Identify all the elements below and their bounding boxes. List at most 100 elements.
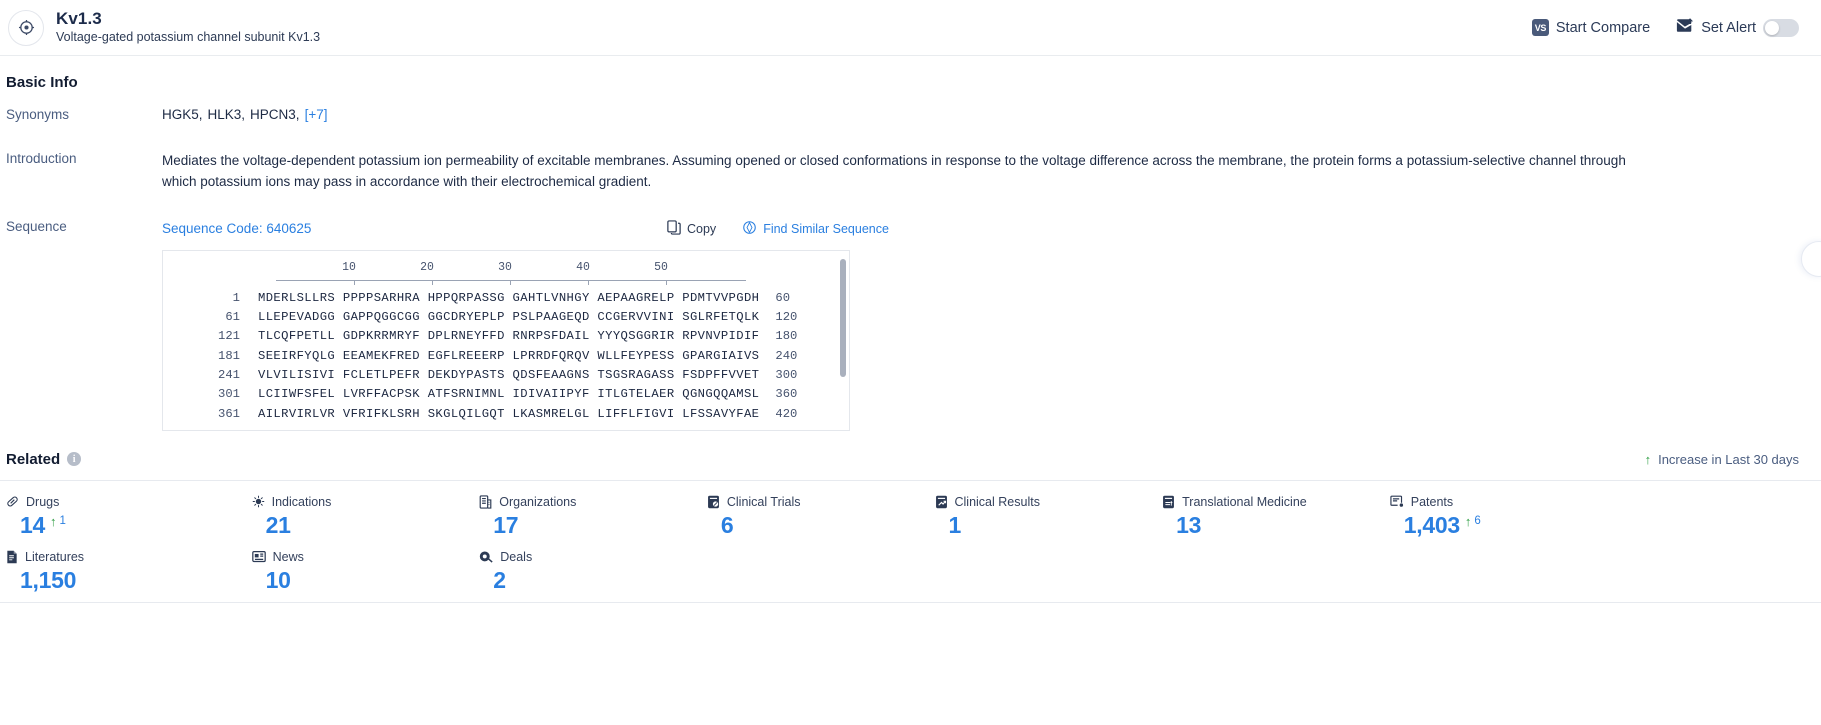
sequence-start-index: 61 (225, 310, 240, 325)
stat-label: Organizations (499, 494, 577, 509)
stat-header: News (251, 549, 456, 564)
sequence-line: 241 VLVILISIVI FCLETLPEFR DEKDYPASTS QDS… (163, 366, 849, 385)
target-crosshair-icon (8, 9, 44, 46)
set-alert-button[interactable]: Set Alert (1676, 17, 1799, 38)
header-actions: VS Start Compare Set Alert (1531, 17, 1799, 38)
ruler-label: 30 (498, 260, 512, 274)
basic-info-title: Basic Info (6, 74, 78, 91)
related-stats-card: Drugs 14 ↑ 1 Indications 21 Organization… (0, 479, 1821, 604)
introduction-text: Mediates the voltage-dependent potassium… (162, 153, 1626, 189)
increase-arrow-icon: ↑ (49, 513, 57, 529)
page-subtitle: Voltage-gated potassium channel subunit … (56, 29, 321, 44)
stat-patents[interactable]: Patents 1,403 ↑ 6 (1366, 495, 1594, 540)
sequence-end-index: 360 (775, 387, 798, 402)
stat-value-row: 1 (935, 511, 1139, 540)
find-similar-icon (742, 220, 757, 238)
stat-value-row: 6 (707, 511, 911, 540)
stat-value-row: 1,150 (6, 566, 228, 595)
alert-envelope-icon (1676, 17, 1694, 38)
sequence-residues: LLEPEVADGG GAPPQGGCGG GGCDRYEPLP PSLPAAG… (258, 310, 760, 325)
sequence-end-index: 120 (775, 310, 798, 325)
find-similar-sequence-button[interactable]: Find Similar Sequence (742, 220, 889, 238)
sequence-code-link[interactable]: Sequence Code: 640625 (162, 221, 311, 236)
stat-indications[interactable]: Indications 21 (228, 495, 456, 540)
ruler-tick (666, 279, 667, 285)
set-alert-toggle[interactable] (1763, 18, 1799, 37)
stat-value-row: 13 (1162, 511, 1366, 540)
stat-organizations[interactable]: Organizations 17 (455, 495, 683, 540)
stat-deals[interactable]: Deals 2 (455, 550, 683, 595)
stat-news[interactable]: News 10 (228, 550, 456, 595)
sequence-label: Sequence (6, 218, 67, 234)
related-title: Related (6, 450, 61, 468)
stat-delta: ↑ 1 (50, 511, 66, 528)
ruler-tick (588, 279, 589, 285)
sequence-start-index: 301 (218, 387, 240, 402)
ruler-label: 20 (420, 260, 434, 274)
ruler-label: 40 (576, 260, 590, 274)
sequence-end-index: 300 (775, 368, 798, 383)
copy-sequence-button[interactable]: Copy (667, 220, 716, 238)
stat-value-row: 1,403 ↑ 6 (1390, 511, 1594, 540)
page-title: Kv1.3 (56, 9, 102, 29)
sequence-residues: SEEIRFYQLG EEAMEKFRED EGFLREEERP LPRRDFQ… (258, 348, 760, 363)
stat-translational-medicine[interactable]: Translational Medicine 13 (1138, 495, 1366, 540)
stat-value: 21 (265, 511, 291, 538)
stat-label: Translational Medicine (1182, 494, 1307, 509)
stat-label: Indications (271, 494, 332, 509)
synonym-item[interactable]: HLK3, (208, 107, 246, 122)
sequence-residues: LCIIWFSFEL LVRFFACPSK ATFSRNIMNL IDIVAII… (258, 387, 760, 402)
synonym-item[interactable]: HPCN3, (250, 107, 300, 122)
stat-value-row: 2 (479, 566, 683, 595)
stat-header: Organizations (479, 495, 683, 509)
synonym-item[interactable]: HGK5, (162, 107, 203, 122)
sequence-line: 1 MDERLSLLRS PPPPSARHRA HPPQRPASSG GAHTL… (163, 289, 849, 308)
copy-label: Copy (687, 221, 717, 236)
building-icon (479, 495, 492, 509)
stat-label: News (272, 549, 304, 564)
stat-value: 1,150 (20, 566, 77, 593)
stat-value: 10 (265, 566, 291, 593)
sequence-residues: TLCQFPETLL GDPKRRMRYF DPLRNEYFFD RNRPSFD… (258, 329, 760, 344)
sequence-residues: VLVILISIVI FCLETLPEFR DEKDYPASTS QDSFEAA… (258, 368, 760, 383)
stat-header: Translational Medicine (1162, 495, 1366, 509)
stat-label: Literatures (25, 549, 85, 564)
stat-header: Deals (479, 550, 683, 564)
stat-drugs[interactable]: Drugs 14 ↑ 1 (0, 495, 228, 540)
translational-icon (1162, 495, 1175, 509)
stat-clinical-results[interactable]: Clinical Results 1 (911, 495, 1139, 540)
stat-header: Clinical Trials (707, 495, 911, 509)
stat-value: 14 (20, 511, 45, 538)
stat-delta-value: 6 (1474, 514, 1481, 527)
patent-icon (1390, 495, 1404, 508)
stat-delta: ↑ 6 (1465, 511, 1481, 528)
news-icon (251, 550, 266, 563)
sequence-scrollbar[interactable] (840, 258, 846, 377)
sequence-line: 301 LCIIWFSFEL LVRFFACPSK ATFSRNIMNL IDI… (163, 385, 849, 404)
page-body: Basic Info Synonyms HGK5, HLK3, HPCN3, [… (0, 56, 1821, 604)
sequence-start-index: 241 (218, 368, 240, 383)
start-compare-button[interactable]: VS Start Compare (1531, 19, 1650, 36)
related-header: Related i ↑ Increase in Last 30 days (0, 431, 1821, 468)
related-stats-grid: Drugs 14 ↑ 1 Indications 21 Organization… (0, 495, 1821, 595)
stat-delta-value: 1 (59, 514, 66, 527)
sequence-start-index: 361 (218, 406, 240, 421)
synonyms-more-link[interactable]: [+7] (305, 107, 328, 122)
literature-icon (6, 550, 18, 564)
stat-value: 13 (1176, 511, 1202, 538)
sequence-start-index: 181 (218, 348, 240, 363)
stat-clinical-trials[interactable]: Clinical Trials 6 (683, 495, 911, 540)
stat-label: Clinical Results (954, 494, 1040, 509)
sequence-viewer[interactable]: 10 20 30 40 50 1 MDERLSLLRS PPPPSARHRA H… (162, 249, 850, 431)
sequence-line: 181 SEEIRFYQLG EEAMEKFRED EGFLREEERP LPR… (163, 347, 849, 366)
sequence-start-index: 1 (232, 290, 240, 305)
clinical-trial-icon (707, 495, 720, 509)
stat-value-row: 17 (479, 511, 683, 540)
sequence-row: Sequence Sequence Code: 640625 Copy Find… (0, 193, 1821, 431)
target-detail-page: Kv1.3 Voltage-gated potassium channel su… (0, 0, 1821, 725)
stat-header: Indications (252, 495, 456, 509)
synonyms-row: Synonyms HGK5, HLK3, HPCN3, [+7] (0, 91, 1821, 122)
introduction-label: Introduction (6, 151, 77, 166)
info-icon[interactable]: i (67, 452, 82, 467)
stat-literatures[interactable]: Literatures 1,150 (0, 550, 228, 595)
